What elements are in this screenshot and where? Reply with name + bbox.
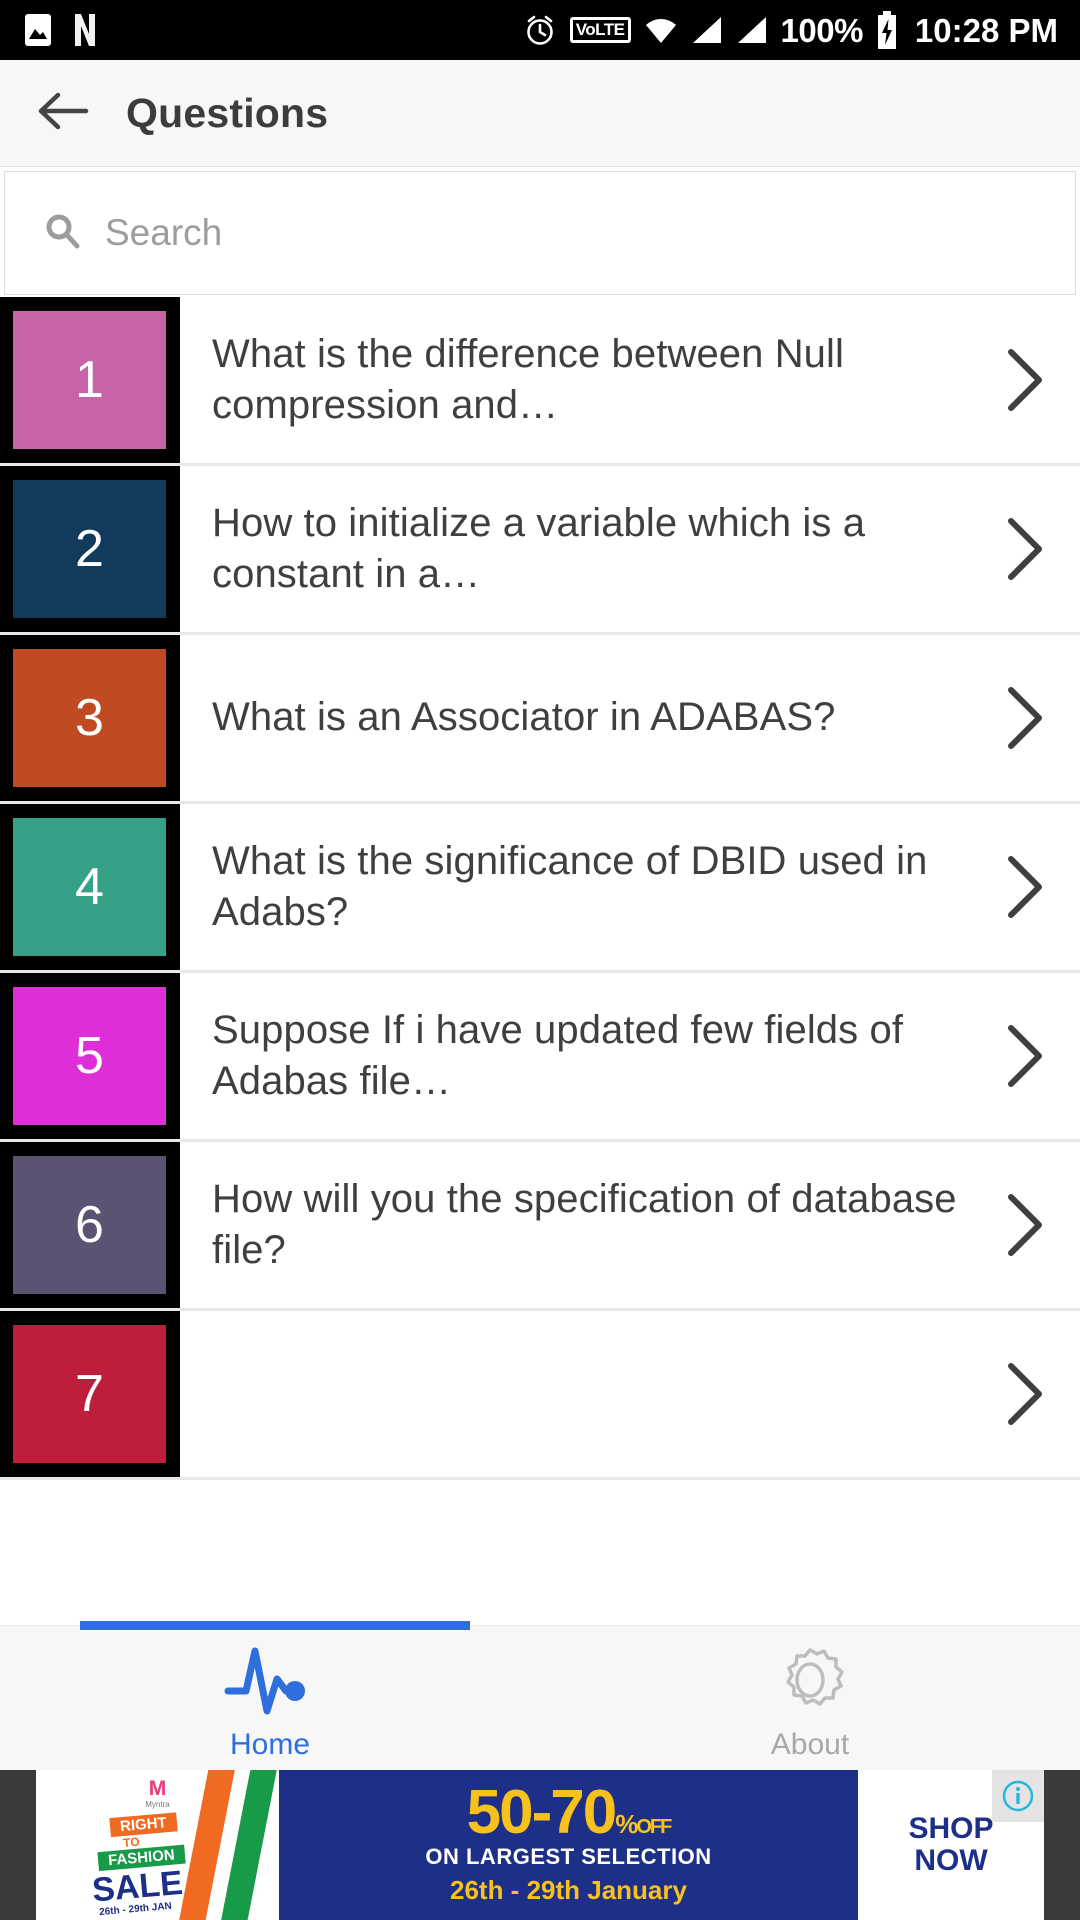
- question-body: What is the significance of DBID used in…: [180, 804, 970, 970]
- question-number: 1: [13, 311, 166, 449]
- ad-discount-off: OFF: [636, 1816, 672, 1839]
- table-row[interactable]: 6 How will you the specification of datab…: [0, 1142, 1080, 1311]
- app-root: VoLTE 100% 10:28 PM Questions Search 1 W…: [0, 0, 1080, 1920]
- chevron-right-icon[interactable]: [970, 804, 1080, 970]
- status-bar-left-icons: [24, 13, 98, 47]
- table-row[interactable]: 2 How to initialize a variable which is a…: [0, 466, 1080, 635]
- question-number-tile: 3: [0, 635, 180, 801]
- question-number-tile: 6: [0, 1142, 180, 1308]
- question-body: [180, 1311, 970, 1477]
- table-row[interactable]: 5 Suppose If i have updated few fields of…: [0, 973, 1080, 1142]
- signal-sim1-icon: [691, 15, 723, 45]
- status-bar-clock: 10:28 PM: [914, 11, 1058, 49]
- table-row[interactable]: 1 What is the difference between Null com…: [0, 297, 1080, 466]
- table-row[interactable]: 7: [0, 1311, 1080, 1480]
- ad-line-2: TO: [122, 1834, 141, 1850]
- table-row[interactable]: 4 What is the significance of DBID used i…: [0, 804, 1080, 973]
- ad-selection-text: ON LARGEST SELECTION: [425, 1843, 712, 1869]
- question-title: What is the difference between Null comp…: [212, 331, 844, 427]
- ad-cta-panel[interactable]: SHOP NOW: [858, 1770, 1044, 1920]
- tab-about[interactable]: About: [540, 1626, 1080, 1770]
- question-number: 5: [13, 987, 166, 1125]
- gear-icon: [770, 1641, 850, 1724]
- battery-charging-icon: [876, 11, 898, 49]
- ad-cta-line-2: NOW: [914, 1844, 988, 1877]
- ad-cta-label[interactable]: SHOP NOW: [908, 1811, 994, 1878]
- question-number-tile: 2: [0, 466, 180, 632]
- question-body: How will you the specification of databa…: [180, 1142, 970, 1308]
- question-number: 7: [13, 1325, 166, 1463]
- search-icon: [43, 212, 81, 255]
- signal-sim2-icon: [736, 15, 768, 45]
- bottom-navigation-bar: Home About: [0, 1621, 1080, 1770]
- chevron-right-icon[interactable]: [970, 635, 1080, 801]
- ad-cta-line-1: SHOP: [908, 1811, 994, 1845]
- tab-about-label: About: [770, 1727, 850, 1761]
- question-body: Suppose If i have updated few fields of …: [180, 973, 970, 1139]
- battery-percent-label: 100%: [780, 11, 864, 49]
- question-body: What is the difference between Null comp…: [180, 297, 970, 463]
- question-number-tile: 4: [0, 804, 180, 970]
- chevron-right-icon[interactable]: [970, 973, 1080, 1139]
- active-tab-indicator: [80, 1621, 470, 1630]
- question-title: How to initialize a variable which is a …: [212, 500, 866, 596]
- question-number: 2: [13, 480, 166, 618]
- search-bar-container: Search: [0, 167, 1080, 297]
- question-title: What is the significance of DBID used in…: [212, 838, 928, 934]
- arrow-left-icon: [36, 89, 90, 138]
- tab-home-label: Home: [229, 1727, 311, 1761]
- image-icon: [24, 13, 52, 47]
- page-title: Questions: [126, 89, 329, 136]
- question-title: What is an Associator in ADABAS?: [212, 695, 836, 740]
- status-bar-right-icons: VoLTE 100% 10:28 PM: [523, 11, 1058, 49]
- search-placeholder: Search: [105, 212, 223, 253]
- info-icon[interactable]: [992, 1770, 1044, 1822]
- ad-discount-value: 50-70: [466, 1778, 618, 1848]
- status-bar: VoLTE 100% 10:28 PM: [0, 0, 1080, 60]
- back-button[interactable]: [26, 76, 100, 150]
- myntra-logo-icon: M: [148, 1776, 167, 1800]
- chevron-right-icon[interactable]: [970, 1142, 1080, 1308]
- question-title: Suppose If i have updated few fields of …: [212, 1007, 904, 1103]
- ad-banner[interactable]: M Myntra RIGHT TO FASHION SALE 26th - 29…: [0, 1770, 1080, 1920]
- ad-offer-panel: 50-70%OFF ON LARGEST SELECTION 26th - 29…: [279, 1770, 858, 1920]
- volte-icon: VoLTE: [569, 17, 631, 43]
- ad-line-1: RIGHT: [109, 1811, 178, 1837]
- question-number: 6: [13, 1156, 166, 1294]
- ad-dates: 26th - 29th January: [450, 1874, 687, 1905]
- ad-brand-panel: M Myntra RIGHT TO FASHION SALE 26th - 29…: [36, 1770, 279, 1920]
- pulse-icon: [222, 1641, 318, 1724]
- question-number: 3: [13, 649, 166, 787]
- ad-discount-unit: %: [615, 1809, 638, 1840]
- question-title: How will you the specification of databa…: [212, 1176, 957, 1272]
- app-bar: Questions: [0, 60, 1080, 167]
- question-number-tile: 5: [0, 973, 180, 1139]
- question-number-tile: 1: [0, 297, 180, 463]
- question-body: What is an Associator in ADABAS?: [180, 635, 970, 801]
- search-input[interactable]: Search: [4, 171, 1076, 295]
- chevron-right-icon[interactable]: [970, 466, 1080, 632]
- question-body: How to initialize a variable which is a …: [180, 466, 970, 632]
- tab-home[interactable]: Home: [0, 1626, 540, 1770]
- chevron-right-icon[interactable]: [970, 297, 1080, 463]
- alarm-clock-icon: [523, 13, 557, 47]
- chevron-right-icon[interactable]: [970, 1311, 1080, 1477]
- ad-brand-name: Myntra: [145, 1799, 170, 1809]
- question-number: 4: [13, 818, 166, 956]
- netflix-n-icon: [72, 13, 98, 47]
- wifi-icon: [644, 15, 678, 45]
- ad-discount: 50-70%OFF: [467, 1782, 673, 1844]
- question-number-tile: 7: [0, 1311, 180, 1477]
- ad-content[interactable]: M Myntra RIGHT TO FASHION SALE 26th - 29…: [36, 1770, 1044, 1920]
- table-row[interactable]: 3 What is an Associator in ADABAS?: [0, 635, 1080, 804]
